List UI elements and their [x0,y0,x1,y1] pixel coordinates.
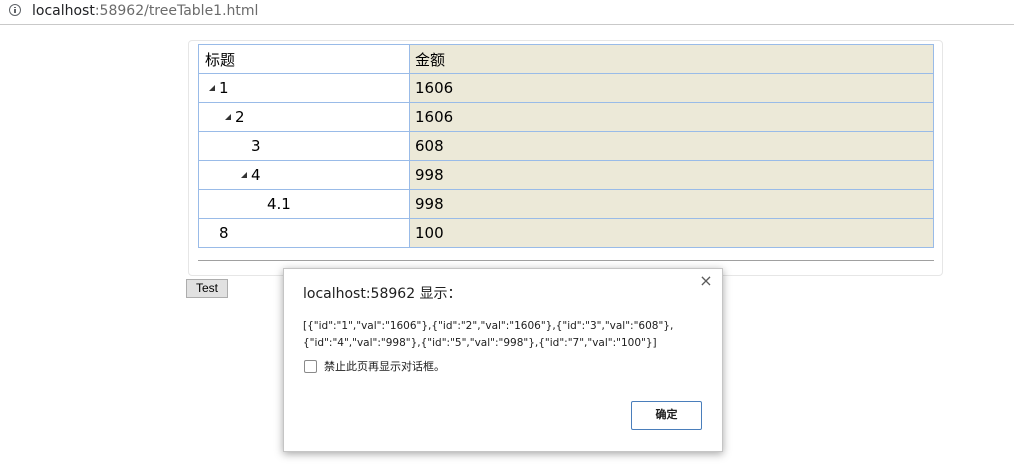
tree-node-label: 4.1 [267,195,291,213]
suppress-dialogs-checkbox[interactable] [304,360,317,373]
suppress-dialogs-label[interactable]: 禁止此页再显示对话框。 [324,359,445,374]
expander-triangle-icon[interactable] [241,172,247,178]
info-icon[interactable] [9,4,21,16]
table-row[interactable]: 2 1606 [198,102,934,132]
test-button[interactable]: Test [186,279,228,298]
tree-node-label: 2 [235,108,245,126]
url-host: localhost [32,3,95,19]
tree-node-label: 1 [219,79,229,97]
amount-cell: 998 [409,189,934,219]
expander-triangle-icon[interactable] [209,85,215,91]
dialog-message: [{"id":"1","val":"1606"},{"id":"2","val"… [303,318,703,352]
table-row[interactable]: 3 608 [198,131,934,161]
close-icon[interactable]: × [698,273,714,289]
table-row[interactable]: 4.1 998 [198,189,934,219]
amount-cell: 608 [409,131,934,161]
dialog-title: localhost:58962 显示： [303,286,462,302]
tree-title-cell: 4.1 [198,189,410,219]
tree-table: 标题 金额 1 1606 2 1606 3 608 4 998 4.1 998 8 100 [198,44,934,248]
amount-cell: 1606 [409,73,934,103]
tree-node-label: 4 [251,166,261,184]
alert-dialog: × localhost:58962 显示： [{"id":"1","val":"… [283,268,723,452]
tree-title-cell: 3 [198,131,410,161]
table-header-row: 标题 金额 [198,44,934,74]
ok-button[interactable]: 确定 [631,401,702,430]
table-row[interactable]: 8 100 [198,218,934,248]
tree-node-label: 8 [219,224,229,242]
column-header-title: 标题 [198,44,410,74]
address-bar[interactable]: localhost:58962/treeTable1.html [0,0,1014,25]
panel-divider [198,260,934,261]
table-row[interactable]: 1 1606 [198,73,934,103]
table-row[interactable]: 4 998 [198,160,934,190]
amount-cell: 100 [409,218,934,248]
dialog-message-line-1: [{"id":"1","val":"1606"},{"id":"2","val"… [303,320,674,332]
amount-cell: 998 [409,160,934,190]
dialog-message-line-2: {"id":"4","val":"998"},{"id":"5","val":"… [303,337,657,349]
amount-cell: 1606 [409,102,934,132]
expander-triangle-icon[interactable] [225,114,231,120]
tree-title-cell: 2 [198,102,410,132]
tree-title-cell: 8 [198,218,410,248]
tree-title-cell: 1 [198,73,410,103]
url-text[interactable]: localhost:58962/treeTable1.html [32,3,258,20]
tree-node-label: 3 [251,137,261,155]
column-header-amount: 金额 [409,44,934,74]
tree-title-cell: 4 [198,160,410,190]
url-path: :58962/treeTable1.html [94,3,259,19]
